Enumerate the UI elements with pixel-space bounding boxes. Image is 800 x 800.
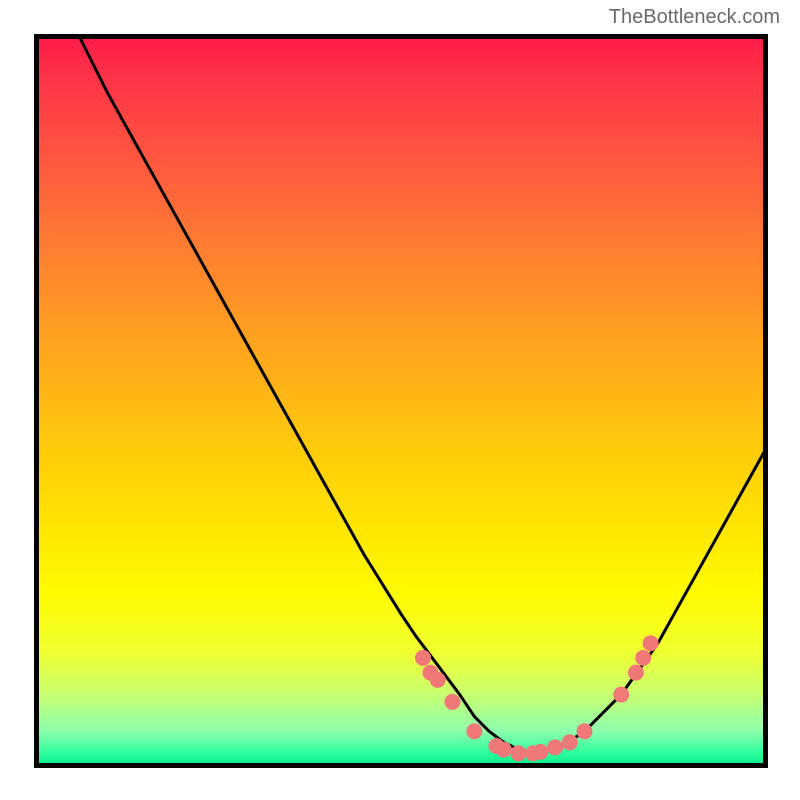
attribution-text: TheBottleneck.com (609, 6, 780, 29)
chart-gradient-background (34, 34, 768, 768)
